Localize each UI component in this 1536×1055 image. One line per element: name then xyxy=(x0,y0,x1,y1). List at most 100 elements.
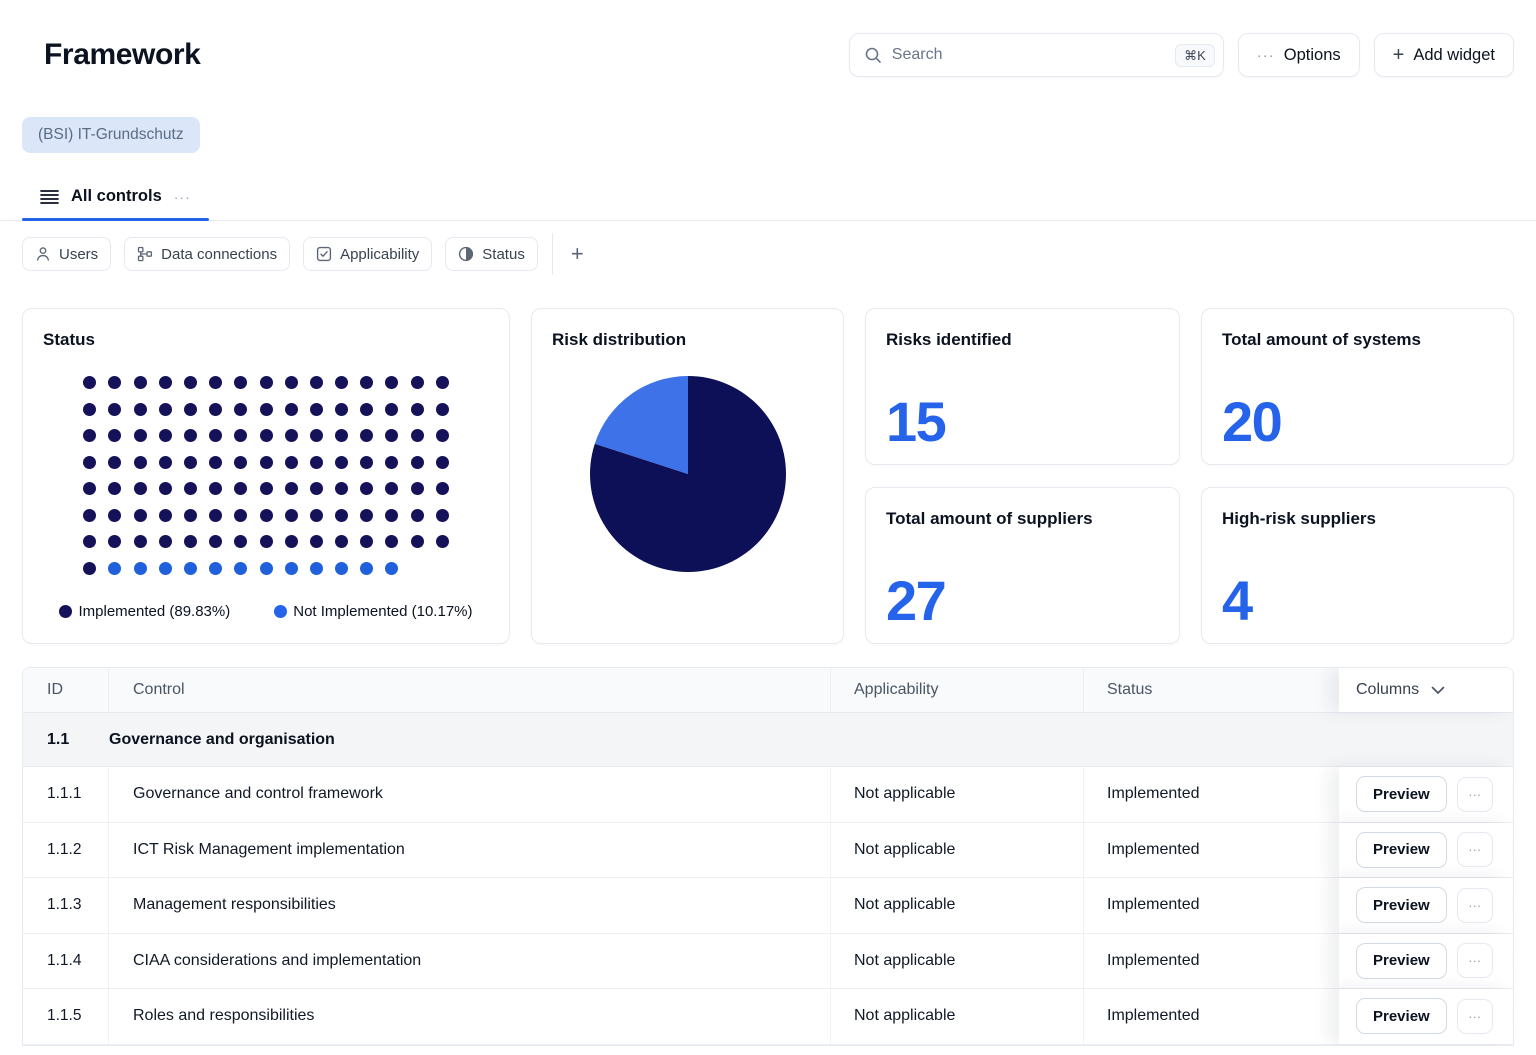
active-tab-indicator xyxy=(22,218,209,221)
dot-implemented xyxy=(183,402,197,416)
stat-value: 20 xyxy=(1222,390,1283,453)
dot-implemented xyxy=(435,402,449,416)
risk-distribution-widget: Risk distribution xyxy=(531,308,844,644)
table-row[interactable]: 1.1.2 ICT Risk Management implementation… xyxy=(23,822,1513,878)
columns-menu-button[interactable]: Columns xyxy=(1339,668,1512,712)
dot-implemented xyxy=(360,402,374,416)
dot-implemented xyxy=(183,455,197,469)
filter-chip-data-connections[interactable]: Data connections xyxy=(124,237,291,271)
dot-implemented xyxy=(209,376,223,389)
dot-implemented xyxy=(234,508,248,522)
row-more-button[interactable]: ··· xyxy=(1456,998,1493,1034)
tab-all-controls[interactable]: All controls ··· xyxy=(22,187,209,221)
dot-implemented xyxy=(385,376,399,389)
dot-implemented xyxy=(234,402,248,416)
dot-implemented xyxy=(435,376,449,389)
dot-not-implemented xyxy=(209,561,223,575)
table-body: 1.1.1 Governance and control framework N… xyxy=(23,767,1513,1045)
dot-implemented xyxy=(133,535,147,548)
add-filter-button[interactable]: + xyxy=(555,243,600,265)
filter-chip-status[interactable]: Status xyxy=(445,237,538,271)
ellipsis-icon: ··· xyxy=(1256,46,1275,64)
preview-button[interactable]: Preview xyxy=(1356,998,1447,1035)
dot-implemented xyxy=(108,455,122,469)
dot-implemented xyxy=(209,535,223,548)
row-more-button[interactable]: ··· xyxy=(1456,887,1493,923)
dot-implemented xyxy=(309,376,323,389)
filter-chip-applicability[interactable]: Applicability xyxy=(303,237,433,271)
dot-not-implemented xyxy=(108,561,122,575)
dot-not-implemented xyxy=(360,561,374,575)
row-more-button[interactable]: ··· xyxy=(1456,943,1493,979)
dot-implemented xyxy=(360,455,374,469)
row-more-button[interactable]: ··· xyxy=(1456,832,1493,868)
cell-status: Implemented xyxy=(1107,896,1200,914)
options-button[interactable]: ··· Options xyxy=(1237,33,1360,77)
column-header-id[interactable]: ID xyxy=(23,668,109,712)
row-more-button[interactable]: ··· xyxy=(1456,776,1493,812)
dot-implemented xyxy=(259,402,273,416)
widget-title: Risk distribution xyxy=(552,330,687,349)
column-header-status[interactable]: Status xyxy=(1084,668,1339,712)
dot-implemented xyxy=(385,508,399,522)
preview-button[interactable]: Preview xyxy=(1356,942,1447,979)
dot-implemented xyxy=(410,376,424,389)
stat-value: 15 xyxy=(886,390,947,453)
dot-implemented xyxy=(183,535,197,548)
tab-more-icon[interactable]: ··· xyxy=(174,189,191,205)
table-row[interactable]: 1.1.5 Roles and responsibilities Not app… xyxy=(23,989,1513,1045)
dot-implemented xyxy=(83,429,97,442)
dot-implemented xyxy=(335,535,349,548)
table-row[interactable]: 1.1.4 CIAA considerations and implementa… xyxy=(23,933,1513,989)
hierarchy-icon xyxy=(138,246,153,262)
dot-implemented xyxy=(309,429,323,442)
search-box[interactable]: ⌘K xyxy=(848,33,1224,77)
widget-title: High-risk suppliers xyxy=(1222,509,1376,528)
dot-not-implemented xyxy=(183,561,197,575)
dot-implemented xyxy=(133,482,147,495)
cell-actions: Preview ··· xyxy=(1339,767,1512,822)
dot-implemented xyxy=(83,508,97,522)
search-input[interactable] xyxy=(891,46,1176,64)
preview-button[interactable]: Preview xyxy=(1356,776,1447,813)
legend-label: Implemented (89.83%) xyxy=(78,602,231,620)
dot-implemented xyxy=(259,455,273,469)
dot-implemented xyxy=(360,376,374,389)
columns-menu-label: Columns xyxy=(1356,681,1420,698)
dot-implemented xyxy=(183,429,197,442)
dot-implemented xyxy=(309,455,323,469)
dot-implemented xyxy=(133,376,147,389)
framework-tag[interactable]: (BSI) IT-Grundschutz xyxy=(22,117,200,153)
cell-actions: Preview ··· xyxy=(1339,822,1512,877)
dot-implemented xyxy=(108,482,122,495)
cell-control: ICT Risk Management implementation xyxy=(109,822,831,877)
dot-implemented xyxy=(83,561,97,575)
dot-implemented xyxy=(183,508,197,522)
dot-implemented xyxy=(385,482,399,495)
dot-implemented xyxy=(335,402,349,416)
column-header-control[interactable]: Control xyxy=(109,668,831,712)
cell-id: 1.1.3 xyxy=(23,878,109,933)
widget-title: Total amount of suppliers xyxy=(886,509,1093,528)
dot-implemented xyxy=(108,402,122,416)
filter-chip-label: Status xyxy=(482,245,525,263)
column-header-applicability[interactable]: Applicability xyxy=(831,668,1084,712)
dot-implemented xyxy=(335,376,349,389)
dot-implemented xyxy=(234,376,248,389)
table-row[interactable]: 1.1.3 Management responsibilities Not ap… xyxy=(23,878,1513,934)
dot-implemented xyxy=(83,535,97,548)
chevron-down-icon xyxy=(1431,686,1445,694)
cell-id: 1.1.5 xyxy=(23,989,109,1044)
dot-not-implemented xyxy=(335,561,349,575)
preview-button[interactable]: Preview xyxy=(1356,887,1447,924)
cell-applicability: Not applicable xyxy=(831,767,1084,822)
dot-implemented xyxy=(435,482,449,495)
dot-implemented xyxy=(385,455,399,469)
dot-implemented xyxy=(158,482,172,495)
preview-button[interactable]: Preview xyxy=(1356,831,1447,868)
plus-icon: + xyxy=(1392,44,1405,66)
filter-chip-users[interactable]: Users xyxy=(22,237,112,271)
table-row[interactable]: 1.1.1 Governance and control framework N… xyxy=(23,767,1513,823)
filter-chip-label: Applicability xyxy=(340,245,420,263)
add-widget-button[interactable]: + Add widget xyxy=(1373,33,1514,77)
